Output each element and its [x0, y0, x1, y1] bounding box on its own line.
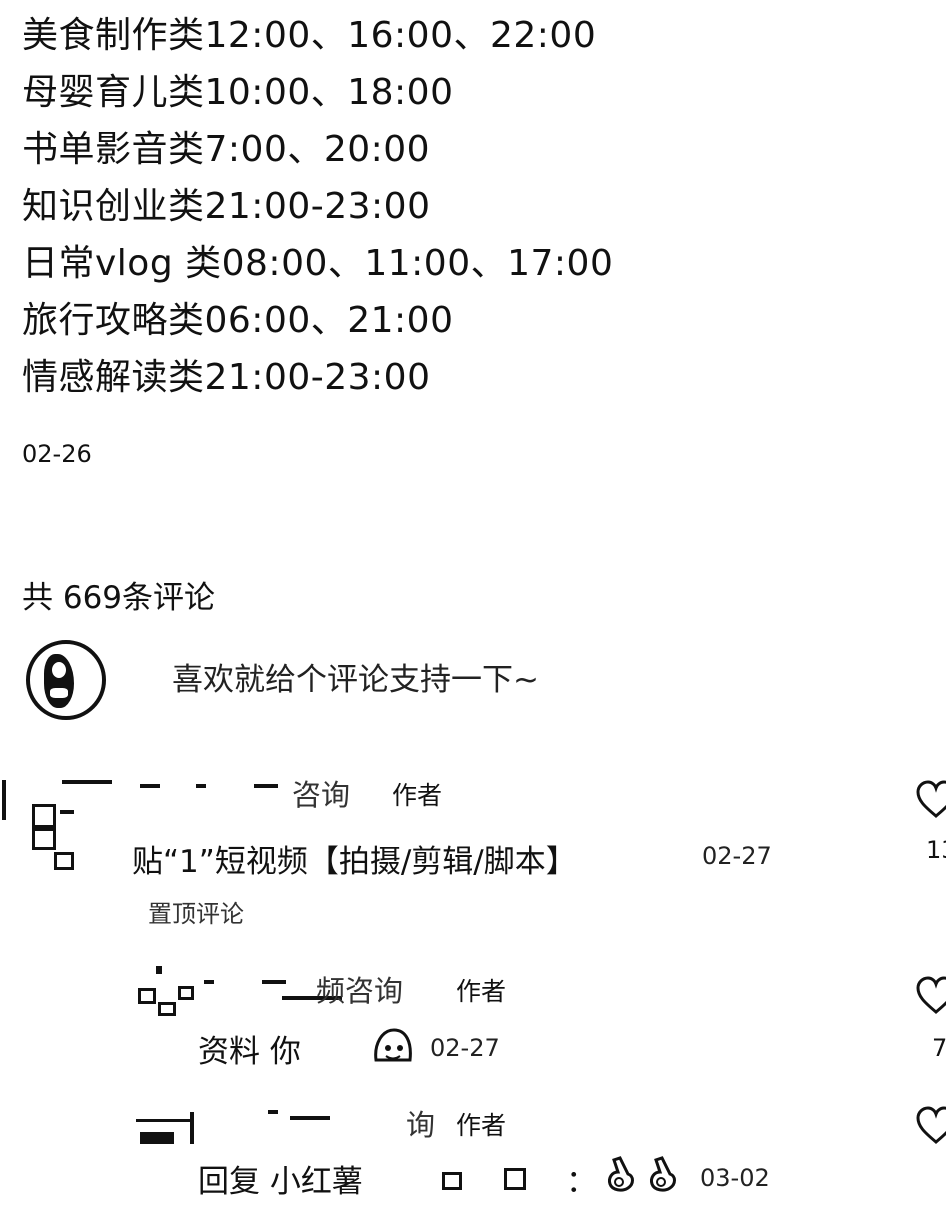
emoji-icon — [374, 1028, 412, 1062]
heart-outline-icon[interactable] — [916, 1106, 946, 1146]
reply-date: 02-27 — [430, 1034, 500, 1062]
my-avatar[interactable] — [26, 640, 106, 720]
comments-count-header: 共 669条评论 — [22, 580, 216, 616]
commenter-avatar[interactable] — [134, 1110, 196, 1150]
reply-date: 03-02 — [700, 1164, 770, 1192]
commenter-avatar[interactable] — [0, 770, 120, 870]
comment-date: 02-27 — [702, 842, 772, 870]
like-count: 13 — [926, 836, 946, 864]
author-badge: 作者 — [456, 977, 507, 1006]
heart-outline-icon[interactable] — [916, 780, 946, 820]
reply-text: 回复 小红薯 — [198, 1164, 363, 1200]
reply-text: 资料 你 — [198, 1034, 301, 1070]
author-badge: 作者 — [456, 1111, 507, 1140]
comment-text: 贴“1”短视频【拍摄/剪辑/脚本】 — [132, 844, 577, 880]
comment-input[interactable] — [172, 662, 672, 698]
schedule-line-vlog: 日常vlog 类08:00、11:00、17:00 — [22, 243, 614, 284]
reply-colon: ： — [566, 1164, 597, 1200]
commenter-name[interactable]: 频咨询 — [316, 968, 403, 1010]
schedule-line-books: 书单影音类7:00、20:00 — [22, 129, 431, 170]
schedule-line-parenting: 母婴育儿类10:00、18:00 — [22, 72, 454, 113]
like-count: 7 — [932, 1034, 946, 1062]
post-date: 02-26 — [22, 440, 92, 468]
schedule-line-emotion: 情感解读类21:00-23:00 — [22, 357, 431, 398]
pinned-label: 置顶评论 — [148, 900, 244, 928]
schedule-line-food: 美食制作类12:00、16:00、22:00 — [22, 15, 597, 56]
schedule-line-travel: 旅行攻略类06:00、21:00 — [22, 300, 454, 341]
heart-outline-icon[interactable] — [916, 976, 946, 1016]
author-badge: 作者 — [392, 781, 443, 810]
ok-hand-icon — [650, 1156, 676, 1192]
commenter-avatar[interactable] — [132, 966, 202, 1026]
commenter-name[interactable]: 咨询 — [292, 772, 350, 814]
commenter-name[interactable]: 询 — [406, 1102, 435, 1144]
schedule-line-knowledge: 知识创业类21:00-23:00 — [22, 186, 431, 227]
ok-hand-icon — [608, 1156, 634, 1192]
